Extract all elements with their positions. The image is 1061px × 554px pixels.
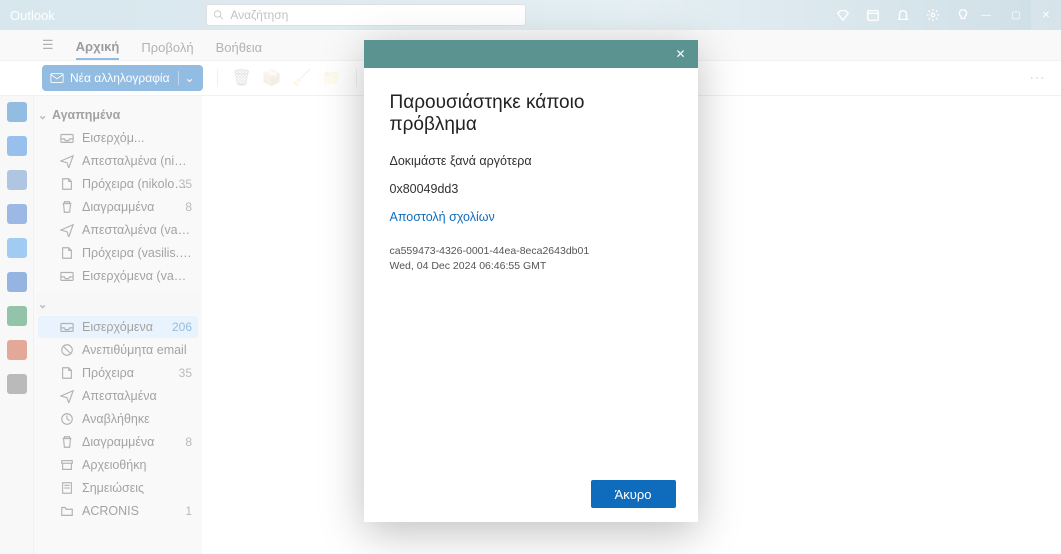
dialog-footer: Άκυρο	[364, 466, 698, 522]
trace-id: ca559473-4326-0001-44ea-8eca2643db01	[390, 244, 672, 259]
modal-overlay: ✕ Παρουσιάστηκε κάποιο πρόβλημα Δοκιμάστ…	[0, 0, 1061, 554]
dialog-body: Παρουσιάστηκε κάποιο πρόβλημα Δοκιμάστε …	[364, 68, 698, 466]
error-code: 0x80049dd3	[390, 182, 672, 196]
timestamp: Wed, 04 Dec 2024 06:46:55 GMT	[390, 259, 672, 274]
dialog-header: ✕	[364, 40, 698, 68]
dialog-message: Δοκιμάστε ξανά αργότερα	[390, 154, 672, 168]
cancel-button[interactable]: Άκυρο	[591, 480, 676, 508]
close-icon[interactable]: ✕	[672, 45, 690, 63]
error-dialog: ✕ Παρουσιάστηκε κάποιο πρόβλημα Δοκιμάστ…	[364, 40, 698, 522]
feedback-link[interactable]: Αποστολή σχολίων	[390, 210, 672, 224]
dialog-title: Παρουσιάστηκε κάποιο πρόβλημα	[390, 92, 672, 136]
